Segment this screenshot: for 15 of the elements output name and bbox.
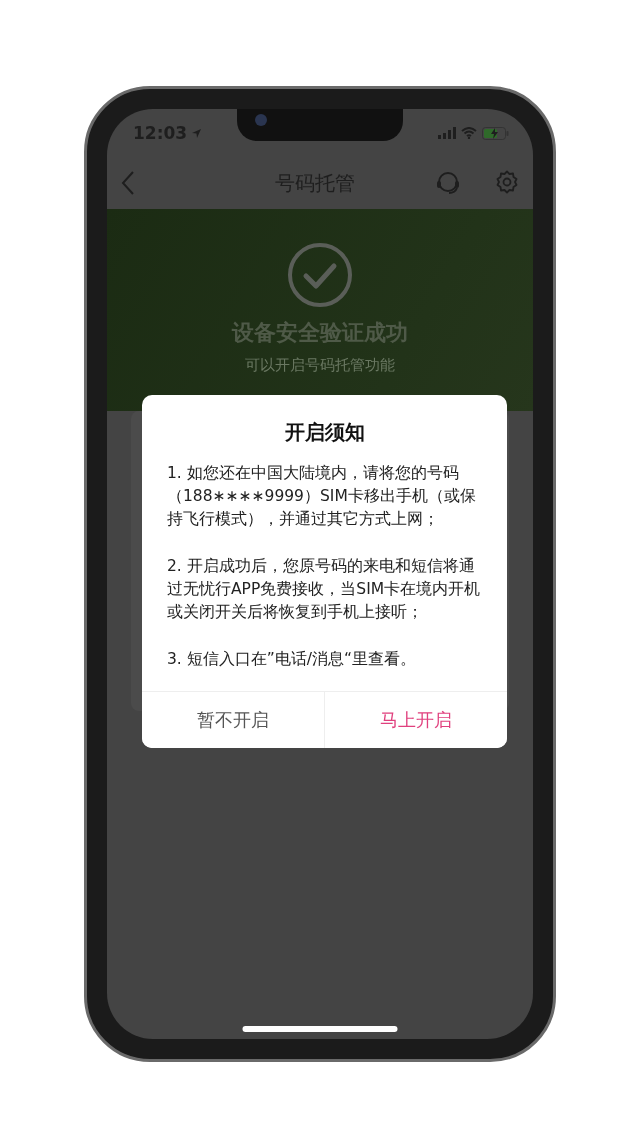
dialog-title: 开启须知 [283,419,366,446]
signal-icon [438,127,456,139]
notice-paragraph: 3. 短信入口在”电话/消息“里查看。 [167,649,417,670]
notice-paragraph: 1. 如您还在中国大陆境内，请将您的号码（188∗∗∗∗9999）SIM卡移出手机（或保持飞行模式），并通过其它方式上网； [167,463,477,530]
back-icon[interactable] [121,170,135,196]
location-arrow-icon [191,127,203,139]
check-circle-icon [287,242,353,308]
confirm-button[interactable]: 马上开启 [324,692,507,748]
notice-paragraph: 2. 开启成功后，您原号码的来电和短信将通过无忧行APP免费接收，当SIM卡在境内开机或关闭开关后将恢复到手机上接听； [167,556,482,623]
wifi-icon [461,127,477,139]
headset-icon[interactable] [435,170,461,196]
camera-icon [255,114,267,126]
success-subtitle: 可以开启号码托管功能 [245,356,395,375]
settings-icon[interactable] [495,170,519,194]
battery-charging-icon [482,126,509,140]
